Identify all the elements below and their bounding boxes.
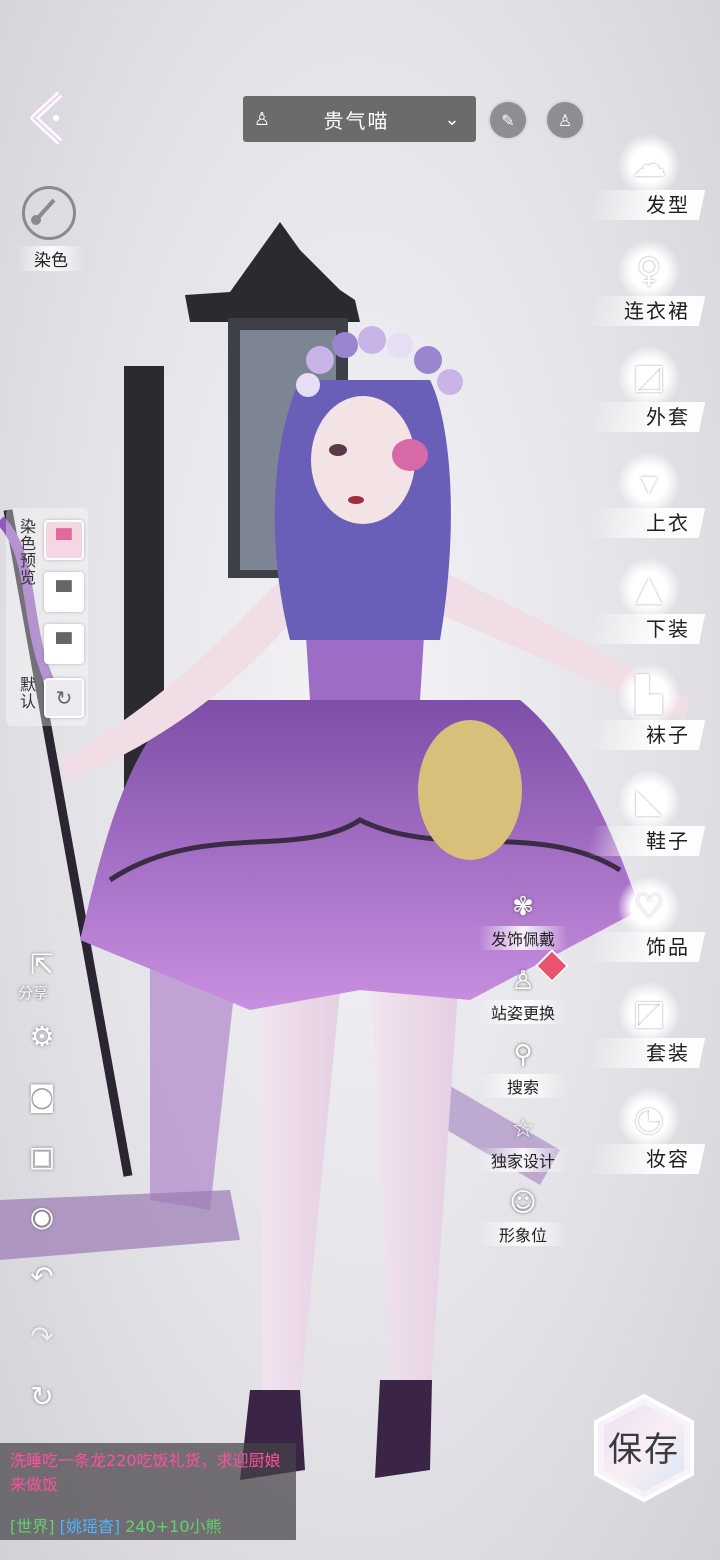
reset-icon: ↻	[30, 1379, 54, 1413]
pose-icon: ♙	[511, 966, 535, 996]
pose-change-button[interactable]: ♙ 站姿更换	[478, 966, 568, 1024]
shirt-icon: ▀	[56, 632, 72, 656]
settings-button[interactable]: ⚙	[22, 1016, 62, 1056]
chat-channel: [世界]	[10, 1517, 55, 1536]
redo-button[interactable]: ↷	[22, 1316, 62, 1356]
share-icon: ⇱	[30, 947, 54, 981]
chat-box[interactable]: 洗睡吃一条龙220吃饭礼货，求迎厨娘来做饭 [世界] [姚瑶杳] 240+10小…	[0, 1443, 296, 1540]
category-label: 连衣裙	[624, 299, 690, 323]
outfit-name: 贵气喵	[323, 108, 390, 133]
category-label: 下装	[646, 617, 690, 641]
action-label: 站姿更换	[478, 1000, 568, 1024]
dye-button[interactable]: 染色	[18, 186, 84, 271]
reset-icon: ↻	[55, 686, 73, 710]
chat-sender[interactable]: [姚瑶杳]	[60, 1517, 121, 1536]
reset-dye-button[interactable]: ↻	[44, 678, 84, 718]
outfit-selector[interactable]: ♙ 贵气喵 ⌄	[243, 96, 476, 142]
shirt-icon: ▀	[56, 580, 72, 604]
default-label: 默认	[17, 676, 36, 710]
camera-button[interactable]: ◙	[22, 1076, 62, 1116]
undo-icon: ↶	[30, 1259, 54, 1293]
pin-icon: ✎	[501, 110, 515, 130]
category-label: 外套	[646, 405, 690, 429]
dress-icon: ♀	[618, 240, 680, 302]
category-bottoms[interactable]: ▲ 下装	[586, 558, 720, 658]
shoes-icon: ◣	[618, 770, 680, 832]
chat-text: 240+10小熊	[125, 1517, 222, 1536]
accessory-icon: ♡	[618, 876, 680, 938]
category-suit[interactable]: ◪ 套装	[586, 982, 720, 1082]
dress-outline-icon: ♙	[557, 110, 573, 130]
image-icon: ▣	[28, 1139, 56, 1173]
share-label: 分享	[18, 984, 49, 1002]
portrait-slot-button[interactable]: ☺ 形象位	[478, 1188, 568, 1246]
category-top[interactable]: ▾ 上衣	[586, 452, 720, 552]
eye-icon: ◉	[29, 1199, 55, 1233]
dye-label: 染色	[18, 246, 84, 271]
search-button[interactable]: ⚲ 搜索	[478, 1040, 568, 1098]
category-accessories[interactable]: ♡ 饰品	[586, 876, 720, 976]
hair-ornament-button[interactable]: ✾ 发饰佩戴	[478, 892, 568, 950]
category-label: 袜子	[646, 723, 690, 747]
back-button[interactable]	[22, 88, 78, 148]
dye-swatch-3[interactable]: ▀	[44, 624, 84, 664]
search-icon: ⚲	[513, 1040, 533, 1070]
pin-button[interactable]: ✎	[488, 100, 528, 140]
chevron-down-icon: ⌄	[444, 108, 462, 130]
action-label: 形象位	[478, 1222, 568, 1246]
makeup-icon: ◔	[618, 1088, 680, 1150]
top-icon: ▾	[618, 452, 680, 514]
category-label: 鞋子	[646, 829, 690, 853]
category-label: 妆容	[646, 1147, 690, 1171]
category-makeup[interactable]: ◔ 妆容	[586, 1088, 720, 1188]
category-label: 上衣	[646, 511, 690, 535]
exclusive-design-button[interactable]: ☆ 独家设计	[478, 1114, 568, 1172]
portrait-icon: ☺	[509, 1188, 537, 1218]
redo-icon: ↷	[30, 1319, 54, 1353]
category-socks[interactable]: ▙ 袜子	[586, 664, 720, 764]
hide-ui-button[interactable]: ◉	[22, 1196, 62, 1236]
category-label: 发型	[646, 193, 690, 217]
dye-swatch-2[interactable]: ▀	[44, 572, 84, 612]
chat-message: 洗睡吃一条龙220吃饭礼货，求迎厨娘来做饭	[10, 1451, 281, 1494]
category-dress[interactable]: ♀ 连衣裙	[586, 240, 720, 340]
gear-icon: ⚙	[29, 1019, 55, 1053]
category-coat[interactable]: ◩ 外套	[586, 346, 720, 446]
dress-icon: ♙	[253, 108, 273, 130]
category-hairstyle[interactable]: ☁ 发型	[586, 134, 720, 234]
save-label: 保存	[608, 1430, 680, 1470]
star-icon: ☆	[511, 1114, 535, 1144]
hairstyle-icon: ☁	[618, 134, 680, 196]
hair-ornament-icon: ✾	[512, 892, 534, 922]
shirt-icon: ▀	[56, 528, 72, 552]
socks-icon: ▙	[618, 664, 680, 726]
coat-icon: ◩	[618, 346, 680, 408]
suit-icon: ◪	[618, 982, 680, 1044]
share-button[interactable]: ⇱	[22, 944, 62, 984]
gallery-button[interactable]: ▣	[22, 1136, 62, 1176]
category-shoes[interactable]: ◣ 鞋子	[586, 770, 720, 870]
dye-swatch-1[interactable]: ▀	[44, 520, 84, 560]
save-button[interactable]: 保存	[588, 1392, 700, 1504]
camera-icon: ◙	[28, 1079, 56, 1113]
action-label: 搜索	[478, 1074, 568, 1098]
basket	[418, 720, 522, 860]
back-arrow-icon	[30, 91, 63, 145]
action-label: 发饰佩戴	[478, 926, 568, 950]
action-label: 独家设计	[478, 1148, 568, 1172]
category-label: 套装	[646, 1041, 690, 1065]
dress-view-button[interactable]: ♙	[545, 100, 585, 140]
reset-button[interactable]: ↻	[22, 1376, 62, 1416]
skirt-icon: ▲	[618, 558, 680, 620]
dye-brush-icon	[22, 186, 76, 240]
undo-button[interactable]: ↶	[22, 1256, 62, 1296]
dye-preview-label: 染色预览	[17, 518, 36, 586]
category-label: 饰品	[646, 935, 690, 959]
dye-preview-panel: 染色预览 ▀ ▀ ▀ 默认 ↻	[6, 508, 88, 726]
chat-line: [世界] [姚瑶杳] 240+10小熊	[10, 1513, 222, 1537]
